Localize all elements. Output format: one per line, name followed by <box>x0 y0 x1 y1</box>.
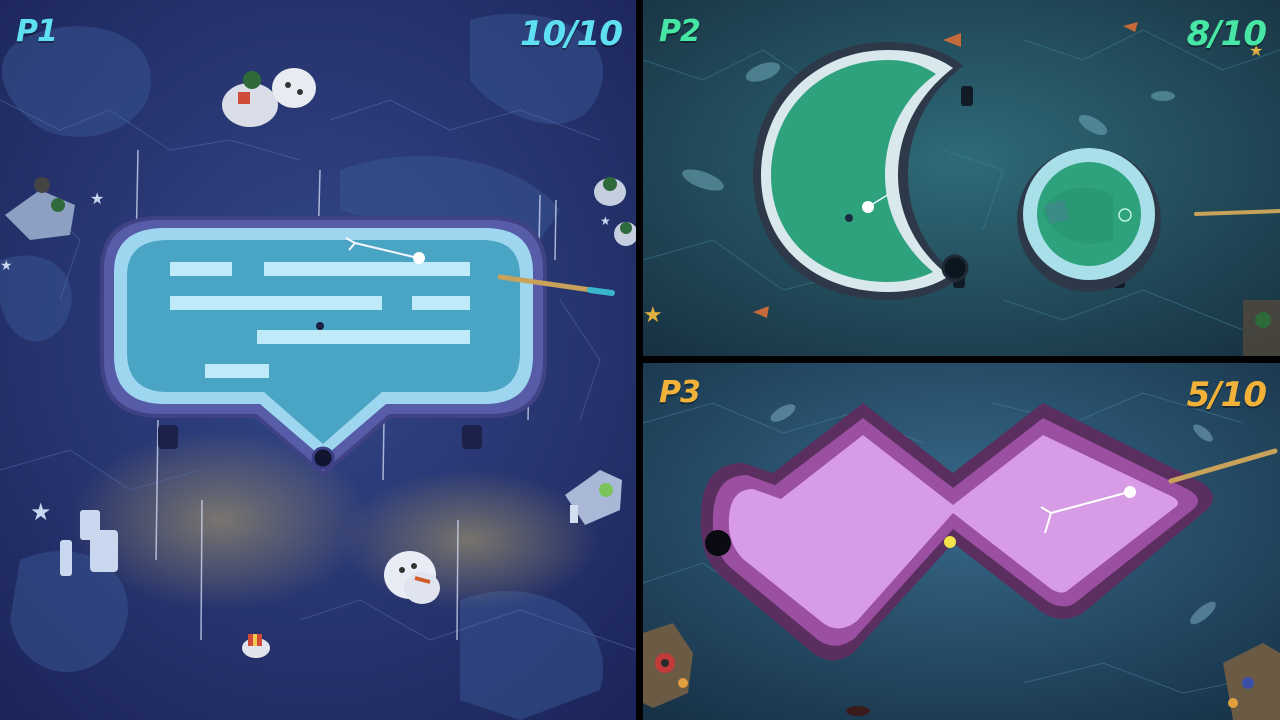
p3-hole[interactable] <box>705 530 731 556</box>
p1-score-counter: 10/10 <box>519 14 623 54</box>
p1-golf-ball[interactable] <box>413 252 425 264</box>
p2-shadow-ball <box>845 214 853 222</box>
p2-golf-ball[interactable] <box>862 201 874 213</box>
p1-light-pool <box>340 470 600 610</box>
p1-scene: ★ ★ ★ ★ <box>0 0 636 720</box>
player2-viewport: ★ ★ P2 8/10 <box>643 0 1280 356</box>
p3-score-counter: 5/10 <box>1186 375 1267 415</box>
svg-text:★: ★ <box>30 498 52 526</box>
p2-hole[interactable] <box>941 254 969 282</box>
p1-shadow-ball <box>316 322 324 330</box>
player3-viewport: P3 5/10 <box>643 363 1280 720</box>
p3-ghost-ball <box>944 536 956 548</box>
svg-text:★: ★ <box>0 258 13 274</box>
p2-score-counter: 8/10 <box>1186 14 1267 54</box>
p1-hole[interactable] <box>311 446 335 470</box>
p3-golf-ball[interactable] <box>1124 486 1136 498</box>
player1-viewport: ★ ★ ★ ★ P1 10/10 <box>0 0 636 720</box>
svg-text:★: ★ <box>643 303 663 328</box>
p2-water-background <box>643 0 1280 356</box>
p1-player-label: P1 <box>16 14 58 49</box>
svg-text:★: ★ <box>600 214 611 228</box>
p3-scene <box>643 363 1280 720</box>
p3-player-label: P3 <box>659 375 701 410</box>
p2-scene: ★ ★ <box>643 0 1280 356</box>
p2-player-label: P2 <box>659 14 701 49</box>
svg-text:★: ★ <box>90 189 104 208</box>
